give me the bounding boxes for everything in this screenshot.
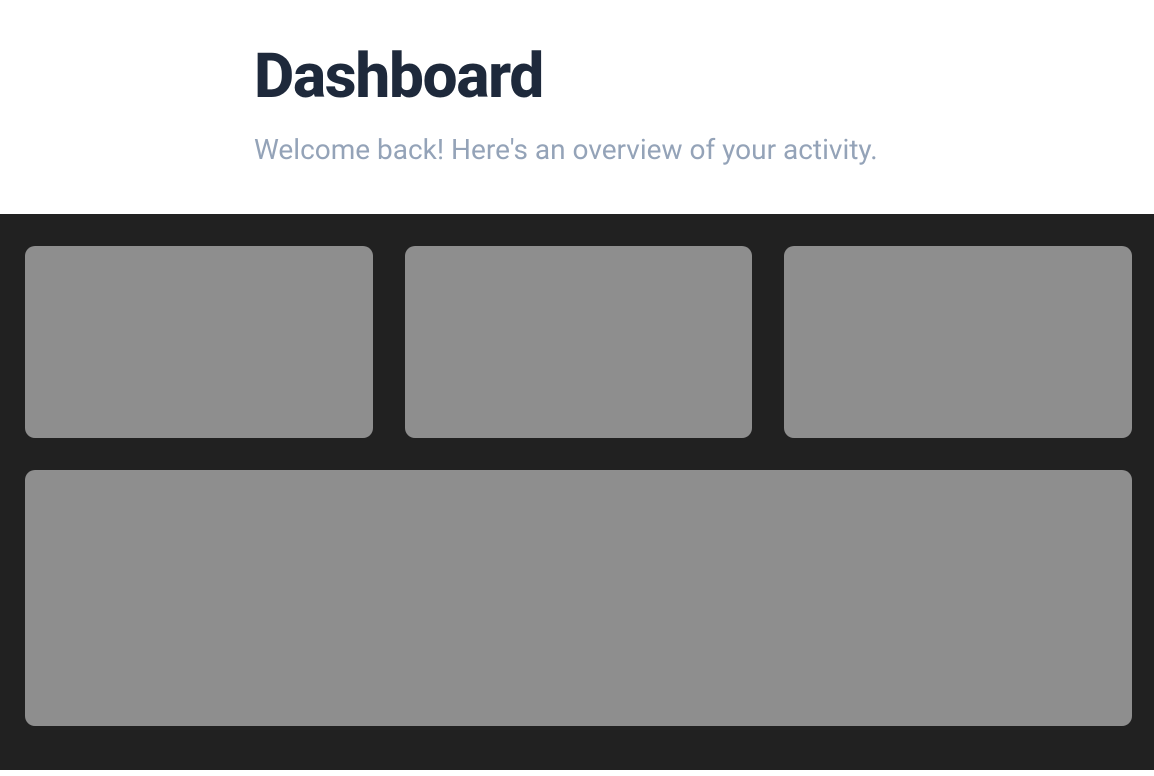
skeleton-card <box>25 246 373 438</box>
page-subtitle: Welcome back! Here's an overview of your… <box>254 133 1154 166</box>
skeleton-large-card <box>25 470 1132 726</box>
skeleton-card <box>784 246 1132 438</box>
cards-row <box>25 246 1132 438</box>
page-title: Dashboard <box>254 40 1154 113</box>
content-section <box>0 214 1154 770</box>
header-section: Dashboard Welcome back! Here's an overvi… <box>0 0 1154 214</box>
skeleton-card <box>405 246 753 438</box>
